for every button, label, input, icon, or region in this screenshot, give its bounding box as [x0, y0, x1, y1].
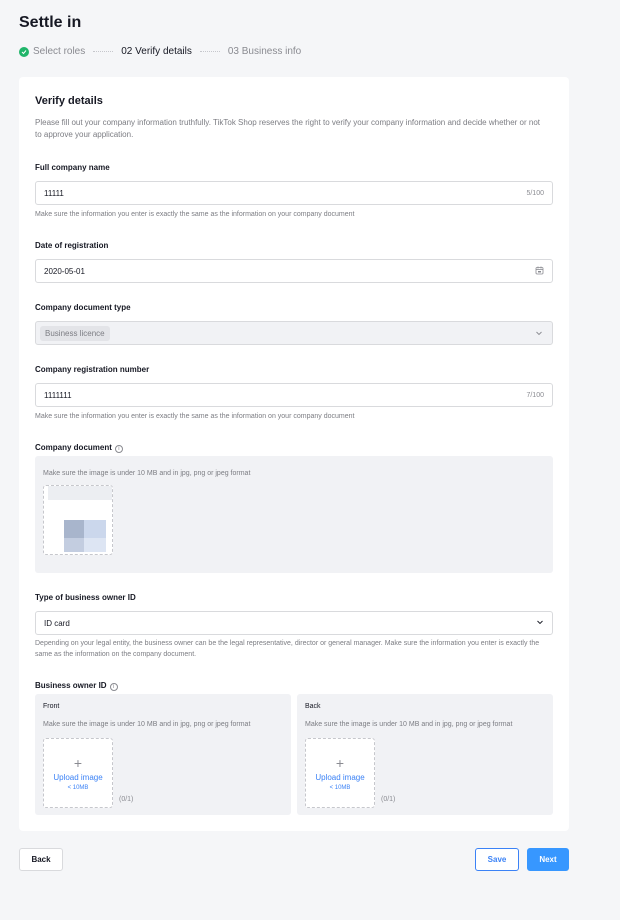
step-divider — [199, 51, 220, 52]
document-type-label: Company document type — [35, 303, 131, 312]
registration-number-counter: 7/100 — [526, 391, 544, 399]
company-name-value: 11111 — [44, 188, 64, 198]
front-size-limit: < 10MB — [67, 784, 89, 791]
form-description: Please fill out your company information… — [35, 118, 540, 139]
front-hint: Make sure the image is under 10 MB and i… — [43, 721, 251, 728]
back-upload-label: Upload image — [315, 772, 365, 782]
back-upload-button[interactable]: + Upload image < 10MB — [305, 738, 375, 808]
step-label: Select roles — [33, 46, 86, 57]
owner-id-type-select[interactable]: ID card — [35, 611, 553, 635]
chevron-down-icon — [535, 324, 543, 342]
registration-number-value: 1111111 — [44, 390, 72, 400]
owner-id-type-value: ID card — [44, 618, 70, 628]
registration-number-input[interactable]: 1111111 7/100 — [35, 383, 553, 407]
step-business-info: 03 Business info — [228, 46, 301, 57]
owner-id-label-text: Business owner ID — [35, 681, 107, 690]
save-button[interactable]: Save — [475, 848, 519, 871]
owner-id-back-panel: Back Make sure the image is under 10 MB … — [297, 694, 553, 815]
registration-number-hint: Make sure the information you enter is e… — [35, 413, 355, 420]
step-label: 03 Business info — [227, 46, 302, 57]
company-document-label: Company document i — [35, 443, 123, 453]
check-circle-icon — [19, 46, 29, 57]
step-verify-details: 02 Verify details — [121, 46, 192, 57]
company-document-label-text: Company document — [35, 443, 112, 452]
info-icon[interactable]: i — [109, 683, 118, 691]
front-upload-button[interactable]: + Upload image < 10MB — [43, 738, 113, 808]
company-name-label: Full company name — [35, 163, 110, 172]
step-label: 02 Verify details — [121, 46, 192, 57]
document-type-tag: Business licence — [40, 325, 110, 341]
back-title: Back — [305, 703, 321, 710]
front-upload-label: Upload image — [53, 772, 103, 782]
registration-date-label: Date of registration — [35, 241, 109, 250]
registration-date-value: 2020-05-01 — [44, 266, 85, 276]
page-title: Settle in — [19, 14, 82, 31]
company-document-panel: Make sure the image is under 10 MB and i… — [35, 456, 553, 573]
front-title: Front — [43, 703, 60, 710]
owner-id-type-label: Type of business owner ID — [35, 593, 136, 602]
step-select-roles: Select roles — [19, 46, 85, 57]
back-hint: Make sure the image is under 10 MB and i… — [305, 721, 513, 728]
document-type-select[interactable]: Business licence — [35, 321, 553, 345]
registration-date-picker[interactable]: 2020-05-01 — [35, 259, 553, 283]
back-upload-count: (0/1) — [381, 796, 396, 803]
form-title: Verify details — [35, 95, 103, 107]
plus-icon: + — [73, 754, 83, 771]
company-name-input[interactable]: 11111 5/100 — [35, 181, 553, 205]
back-button[interactable]: Back — [19, 848, 63, 871]
owner-id-type-hint: Depending on your legal entity, the busi… — [35, 640, 540, 658]
info-icon[interactable]: i — [114, 445, 123, 453]
next-button[interactable]: Next — [527, 848, 569, 871]
plus-icon: + — [335, 754, 345, 771]
calendar-icon[interactable] — [535, 266, 544, 277]
stepper: Select roles 02 Verify details 03 Busine… — [19, 46, 301, 57]
company-name-counter: 5/100 — [526, 189, 544, 197]
owner-id-label: Business owner ID i — [35, 681, 118, 691]
company-document-hint: Make sure the image is under 10 MB and i… — [43, 470, 251, 477]
registration-number-label: Company registration number — [35, 365, 150, 374]
company-name-hint: Make sure the information you enter is e… — [35, 211, 355, 218]
company-document-thumbnail[interactable] — [43, 485, 113, 555]
verify-details-card: Verify details Please fill out your comp… — [19, 77, 569, 831]
front-upload-count: (0/1) — [119, 796, 134, 803]
owner-id-front-panel: Front Make sure the image is under 10 MB… — [35, 694, 291, 815]
back-size-limit: < 10MB — [329, 784, 351, 791]
chevron-down-icon — [536, 618, 544, 628]
step-divider — [93, 51, 114, 52]
